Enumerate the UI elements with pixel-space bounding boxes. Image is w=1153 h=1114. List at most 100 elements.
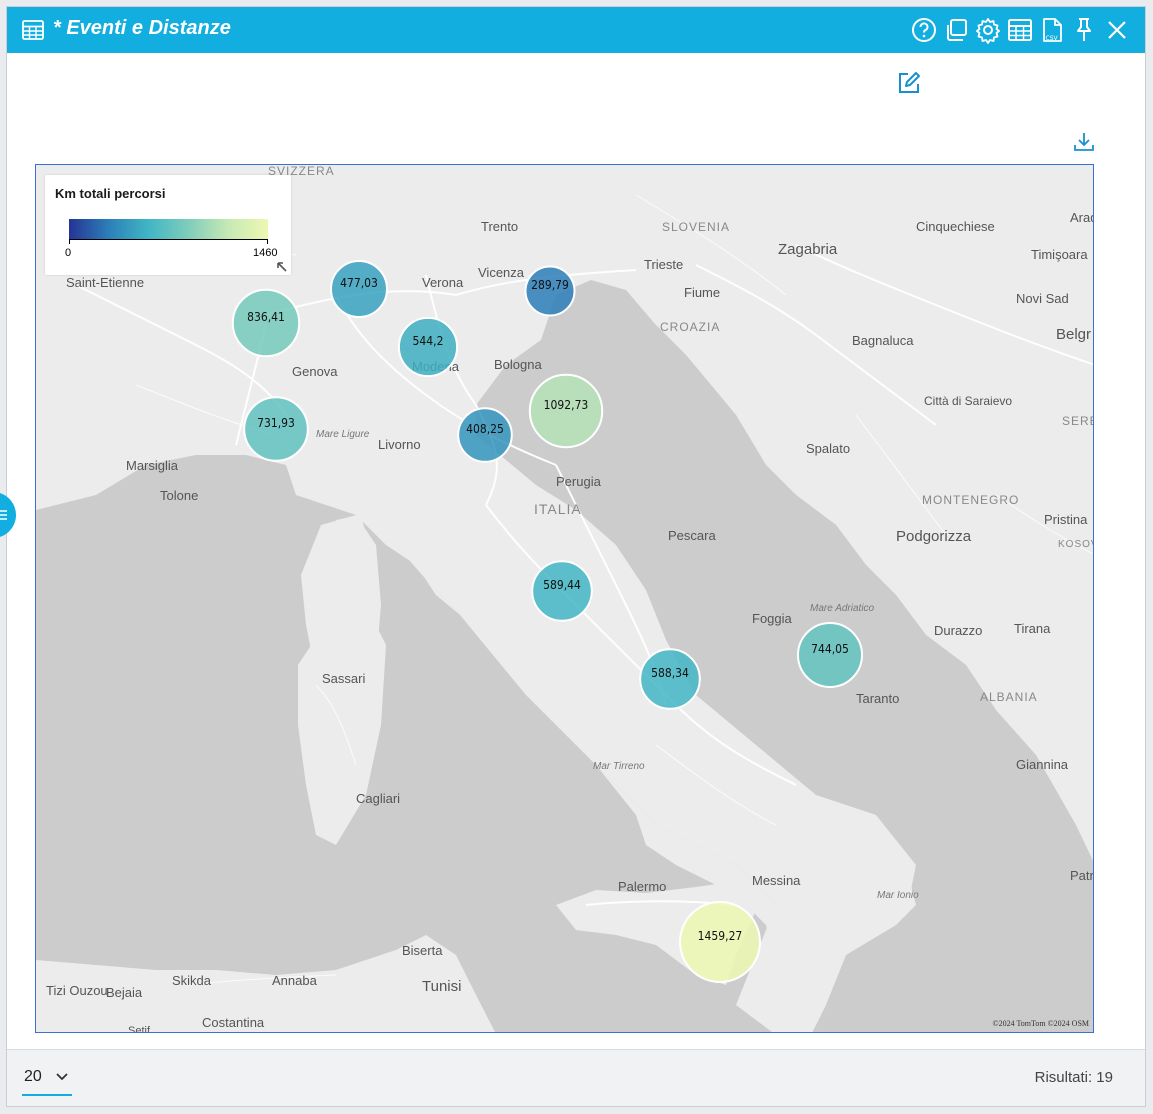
map-label: MONTENEGRO (922, 493, 1019, 507)
bubble-label: 589,44 (543, 578, 581, 592)
map-label: Costantina (202, 1015, 265, 1030)
map-label: Trento (481, 219, 518, 234)
edit-button[interactable] (895, 69, 923, 97)
menu-icon (0, 510, 7, 520)
map-label: KOSOV (1058, 539, 1094, 550)
map-label: Verona (422, 275, 464, 290)
map-label: Durazzo (934, 623, 982, 638)
map-label: Setif (128, 1025, 151, 1033)
map-label: Zagabria (778, 241, 838, 258)
collapse-arrow-icon[interactable] (276, 261, 288, 273)
legend-title: Km totali percorsi (55, 186, 166, 201)
download-icon (1074, 133, 1094, 151)
bubble-label: 588,34 (651, 666, 689, 680)
title-bar: * Eventi e Distanze CSV (7, 7, 1145, 53)
map-label: Trieste (644, 257, 683, 272)
map-label: Cagliari (356, 791, 400, 806)
help-icon (912, 18, 936, 42)
map-label: Tirana (1014, 621, 1051, 636)
map-label: ITALIA (534, 501, 582, 517)
map-label: Taranto (856, 691, 899, 706)
table-view-button[interactable] (1006, 16, 1034, 44)
bubble-label: 836,41 (247, 310, 285, 324)
map-label: Bagnaluca (852, 333, 914, 348)
legend-gradient (69, 219, 268, 239)
map-label: Marsiglia (126, 458, 179, 473)
window-title: * Eventi e Distanze (53, 17, 231, 39)
duplicate-icon (947, 19, 967, 41)
bubble-label: 289,79 (531, 278, 569, 292)
close-button[interactable] (1103, 16, 1131, 44)
map-label: Foggia (752, 611, 793, 626)
map-label: Mare Ligure (316, 429, 370, 440)
map-view[interactable]: SVIZZERA Trento SLOVENIA Cinquechiese Za… (35, 164, 1094, 1033)
map-label: Palermo (618, 879, 666, 894)
map-label: Patr (1070, 868, 1094, 883)
map-label: Arad (1070, 210, 1094, 225)
map-label: Belgr (1056, 326, 1091, 343)
legend-min: 0 (65, 247, 72, 259)
settings-button[interactable] (974, 16, 1002, 44)
map-label: Skikda (172, 973, 212, 988)
table-icon (1008, 19, 1032, 41)
map-label: Tunisi (422, 978, 461, 995)
map-label: Spalato (806, 441, 850, 456)
map-label: Sassari (322, 671, 365, 686)
bubble-label: 544,2 (413, 334, 444, 348)
legend-axis (69, 239, 268, 244)
map-attribution: ©2024 TomTom ©2024 OSM (992, 1019, 1089, 1028)
csv-label: CSV (1046, 35, 1059, 42)
csv-icon: CSV (1043, 18, 1062, 42)
bubble-label: 408,25 (466, 422, 504, 436)
map-label: Mar Tirreno (593, 761, 645, 772)
map-label: Timişoara (1031, 247, 1088, 262)
map-label: Mar Ionio (877, 890, 919, 901)
footer: 20 Risultati: 19 (7, 1049, 1145, 1106)
bubble-label: 1092,73 (544, 398, 589, 412)
map-label: SERB (1062, 414, 1094, 428)
edit-icon (899, 72, 920, 93)
close-icon (1108, 21, 1126, 39)
page-size-select[interactable]: 20 (22, 1062, 72, 1096)
bubble-label: 1459,27 (698, 929, 743, 943)
table-icon (22, 20, 44, 40)
map-label: Tolone (160, 488, 198, 503)
page-size-value: 20 (24, 1068, 42, 1085)
map-label: Giannina (1016, 757, 1069, 772)
map-label: Biserta (402, 943, 443, 958)
map-label: CROAZIA (660, 320, 720, 334)
bubble-label: 744,05 (811, 642, 849, 656)
chevron-down-icon (56, 1073, 68, 1081)
map-label: Saint-Etienne (66, 275, 144, 290)
help-button[interactable] (910, 16, 938, 44)
map-label: Vicenza (478, 265, 525, 280)
map-label: Cinquechiese (916, 219, 995, 234)
map-label: Città di Saraievo (924, 394, 1012, 408)
map-label: Pristina (1044, 512, 1088, 527)
map-label: Pescara (668, 528, 716, 543)
map-label: Bejaia (106, 985, 143, 1000)
map-label: Messina (752, 873, 801, 888)
map-label: Novi Sad (1016, 291, 1069, 306)
map-basemap: SVIZZERA Trento SLOVENIA Cinquechiese Za… (36, 165, 1094, 1033)
map-label: Livorno (378, 437, 421, 452)
map-label: Bologna (494, 357, 542, 372)
window: * Eventi e Distanze CSV SVIZZERA Trento … (6, 6, 1146, 1107)
map-label: Podgorizza (896, 528, 972, 545)
map-label: Mare Adriatico (810, 603, 875, 614)
map-label: Annaba (272, 973, 318, 988)
pin-icon (1077, 18, 1091, 41)
map-label: Perugia (556, 474, 602, 489)
map-label: SLOVENIA (662, 220, 730, 234)
map-label: ALBANIA (980, 690, 1038, 704)
bubble-label: 477,03 (340, 276, 378, 290)
map-label: Tizi Ouzou (46, 983, 108, 998)
duplicate-button[interactable] (942, 16, 970, 44)
export-csv-button[interactable]: CSV (1038, 16, 1066, 44)
legend: Km totali percorsi 0 1460 (45, 175, 291, 275)
download-button[interactable] (1071, 129, 1097, 155)
results-count: Risultati: 19 (1034, 1069, 1113, 1086)
map-label: Genova (292, 364, 338, 379)
pin-button[interactable] (1070, 16, 1098, 44)
legend-max: 1460 (253, 247, 278, 259)
